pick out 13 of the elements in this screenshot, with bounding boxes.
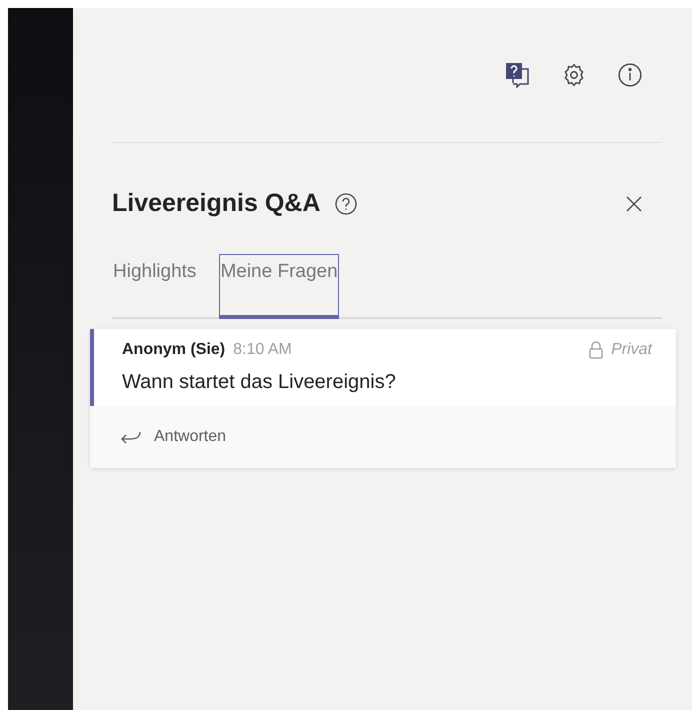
reply-arrow-icon bbox=[120, 429, 142, 445]
tab[interactable]: Highlights bbox=[112, 254, 198, 319]
question-chat-icon bbox=[505, 62, 531, 88]
tab[interactable]: Meine Fragen bbox=[219, 254, 339, 319]
question-text: Wann startet das Liveereignis? bbox=[122, 371, 397, 394]
info-icon bbox=[617, 62, 643, 88]
visibility-label: Privat bbox=[611, 341, 652, 359]
reply-button[interactable]: Antworten bbox=[90, 406, 676, 468]
help-icon[interactable] bbox=[334, 192, 358, 216]
author-name: Anonym (Sie) bbox=[122, 341, 226, 359]
lock-icon bbox=[589, 341, 604, 359]
timestamp: 8:10 AM bbox=[233, 341, 292, 359]
panel-title: Liveereignis Q&A bbox=[112, 189, 320, 218]
